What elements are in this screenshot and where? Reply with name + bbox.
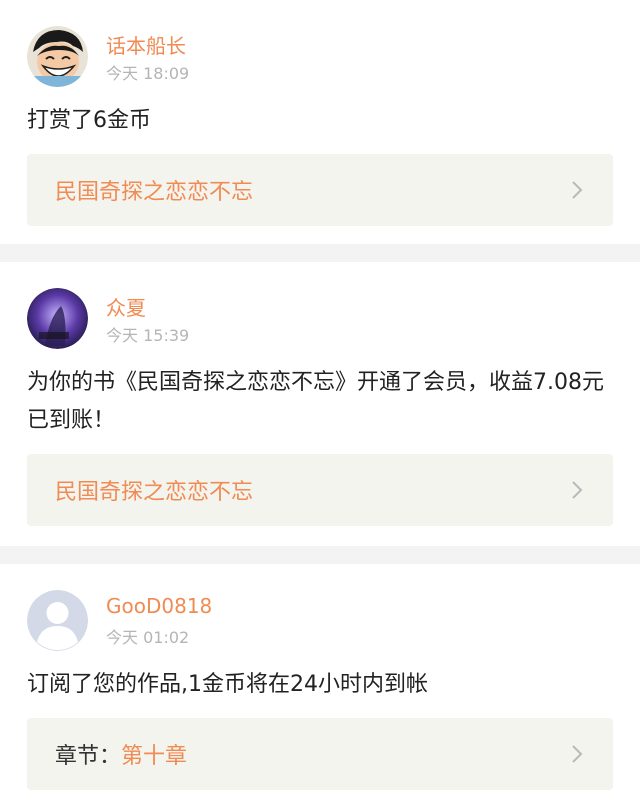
separator [0,546,640,564]
avatar[interactable] [27,288,88,349]
avatar[interactable] [27,26,88,87]
chevron-right-icon [567,744,587,764]
timestamp: 今天 01:02 [106,628,190,647]
book-link-card[interactable]: 民国奇探之恋恋不忘 [27,154,613,226]
book-link-card[interactable]: 民国奇探之恋恋不忘 [27,454,613,526]
purple-photo-avatar-icon [27,288,88,349]
chevron-right-icon [567,480,587,500]
separator [0,244,640,262]
username[interactable]: 话本船长 [106,30,186,59]
notification-card: 众夏 今天 15:39 为你的书《民国奇探之恋恋不忘》开通了会员，收益7.08元… [0,262,640,546]
notification-card: 话本船长 今天 18:09 打赏了6金币 民国奇探之恋恋不忘 [0,0,640,244]
cartoon-pirate-avatar-icon [27,26,88,87]
avatar[interactable] [27,590,88,651]
username[interactable]: GooD0818 [106,594,212,618]
chevron-right-icon [567,180,587,200]
timestamp: 今天 15:39 [106,326,190,345]
notification-header: GooD0818 今天 01:02 [27,564,613,652]
notification-message: 订阅了您的作品,1金币将在24小时内到帐 [27,672,428,697]
notification-header: 众夏 今天 15:39 [27,262,613,350]
notification-feed: 话本船长 今天 18:09 打赏了6金币 民国奇探之恋恋不忘 众夏 今天 15:… [0,0,640,803]
book-title-link[interactable]: 民国奇探之恋恋不忘 [55,174,253,206]
notification-message: 打赏了6金币 [27,108,151,133]
notification-message: 为你的书《民国奇探之恋恋不忘》开通了会员，收益7.08元已到账！ [27,370,604,433]
chapter-title-link[interactable]: 第十章 [121,738,187,770]
username[interactable]: 众夏 [106,292,146,321]
chapter-link-card[interactable]: 章节： 第十章 [27,718,613,790]
default-user-avatar-icon [27,590,88,651]
notification-header: 话本船长 今天 18:09 [27,0,613,88]
timestamp: 今天 18:09 [106,64,190,83]
book-title-link[interactable]: 民国奇探之恋恋不忘 [55,474,253,506]
notification-card: GooD0818 今天 01:02 订阅了您的作品,1金币将在24小时内到帐 章… [0,564,640,803]
link-prefix: 章节： [55,744,122,769]
